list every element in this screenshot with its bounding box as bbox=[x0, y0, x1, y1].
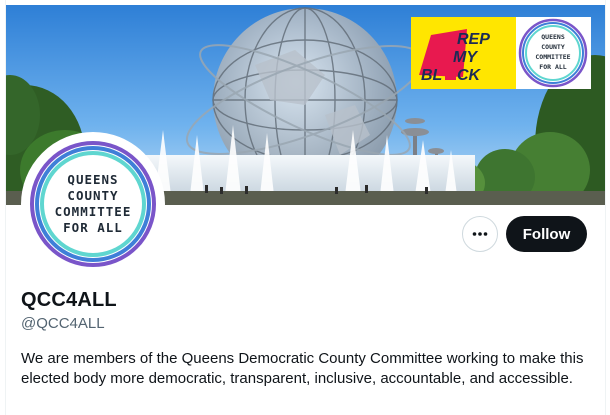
avatar-line-3: COMMITTEE bbox=[54, 204, 132, 219]
avatar-line-4: FOR ALL bbox=[63, 220, 123, 235]
svg-text:BL: BL bbox=[421, 67, 442, 84]
svg-text:COMMITTEE: COMMITTEE bbox=[535, 53, 570, 61]
svg-text:CK: CK bbox=[457, 67, 482, 84]
more-options-button[interactable] bbox=[462, 216, 498, 252]
rep-my-block-logo: REP MY BL CK bbox=[411, 17, 516, 89]
svg-text:FOR ALL: FOR ALL bbox=[539, 63, 566, 71]
svg-text:MY: MY bbox=[453, 49, 478, 66]
svg-text:COUNTY: COUNTY bbox=[541, 43, 565, 51]
profile-bio: We are members of the Queens Democratic … bbox=[21, 350, 584, 387]
more-horizontal-icon bbox=[472, 232, 488, 236]
profile-avatar[interactable]: QUEENS COUNTY COMMITTEE FOR ALL bbox=[21, 132, 165, 276]
avatar-line-1: QUEENS bbox=[67, 172, 119, 187]
left-frame-edge bbox=[0, 0, 6, 415]
svg-text:QUEENS: QUEENS bbox=[541, 33, 565, 41]
profile-page: REP MY BL CK QUEENS COUNTY COMMITTEE FOR… bbox=[0, 0, 610, 415]
right-frame-edge bbox=[605, 0, 610, 415]
avatar-logo-text: QUEENS COUNTY COMMITTEE FOR ALL bbox=[25, 136, 161, 272]
svg-text:REP: REP bbox=[457, 31, 490, 48]
avatar-line-2: COUNTY bbox=[67, 188, 119, 203]
profile-display-name: QCC4ALL bbox=[21, 289, 117, 311]
follow-button[interactable]: Follow bbox=[506, 216, 587, 252]
banner-qcc-logo: QUEENS COUNTY COMMITTEE FOR ALL bbox=[516, 17, 591, 89]
profile-handle: @QCC4ALL bbox=[21, 315, 105, 332]
